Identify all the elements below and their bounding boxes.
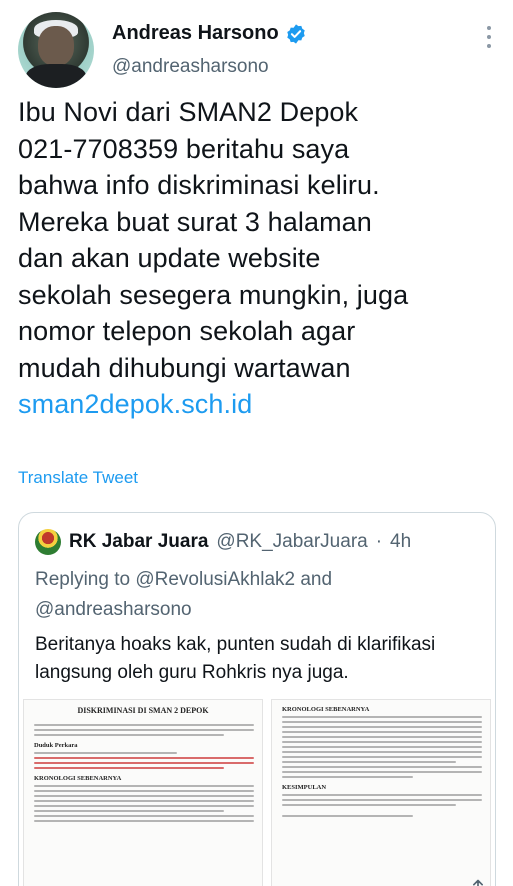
doc-line: [34, 752, 177, 754]
doc-title: DISKRIMINASI DI SMAN 2 DEPOK: [77, 706, 209, 715]
doc-line: [34, 729, 254, 731]
more-dot: [487, 35, 491, 39]
doc-line: [282, 815, 413, 817]
quoted-author-avatar: [35, 529, 61, 555]
doc-line: [282, 751, 482, 753]
doc-line: [34, 724, 254, 726]
avatar-face: [38, 26, 74, 66]
tweet-text-line: bahwa info diskriminasi keliru.: [18, 170, 380, 200]
replying-to-line: @andreasharsono: [35, 599, 192, 620]
quoted-tweet[interactable]: RK Jabar Juara @RK_JabarJuara · 4h Reply…: [18, 512, 496, 886]
share-icon[interactable]: [468, 878, 488, 886]
doc-line: [34, 805, 254, 807]
quoted-author-name: RK Jabar Juara: [69, 531, 209, 552]
quoted-separator: ·: [375, 531, 383, 552]
doc-line: [34, 820, 254, 822]
doc-line: [34, 767, 225, 769]
verified-badge-icon: [287, 23, 305, 44]
doc-line: [34, 762, 254, 764]
doc-heading: KESIMPULAN: [282, 784, 327, 791]
tweet-text-line: dan akan update website: [18, 243, 321, 273]
doc-gap: [24, 715, 262, 721]
document-image-right[interactable]: KRONOLOGI SEBENARNYA KESIMPULAN: [271, 699, 491, 886]
author-name[interactable]: Andreas Harsono: [112, 22, 279, 45]
doc-line: [34, 800, 254, 802]
doc-heading: KRONOLOGI SEBENARNYA: [282, 706, 370, 713]
quoted-author-handle: @RK_JabarJuara: [216, 531, 368, 552]
more-dot: [487, 44, 491, 48]
doc-line: [282, 799, 482, 801]
doc-line: [282, 736, 482, 738]
quoted-time: 4h: [390, 531, 412, 552]
tweet-header: Andreas Harsono @andreasharsono: [18, 12, 498, 92]
doc-line: [282, 766, 482, 768]
doc-line: [282, 761, 457, 763]
doc-line: [282, 746, 482, 748]
tweet-text-line: mudah dihubungi wartawan: [18, 352, 351, 383]
tweet-text-line: nomor telepon sekolah agar: [18, 316, 356, 346]
doc-line: [282, 771, 482, 773]
doc-line: [34, 795, 254, 797]
avatar-body: [26, 64, 86, 88]
quoted-tweet-header: RK Jabar Juara @RK_JabarJuara · 4h: [35, 529, 411, 555]
author-name-row: Andreas Harsono: [112, 22, 307, 45]
doc-line: [34, 785, 254, 787]
doc-line: [34, 757, 254, 759]
doc-line: [34, 790, 254, 792]
tweet-text-line: Mereka buat surat 3 halaman: [18, 206, 372, 237]
doc-line: [282, 726, 482, 728]
quoted-text-line: langsung oleh guru Rohkris nya juga.: [35, 662, 349, 683]
doc-line: [282, 756, 482, 758]
tweet-text-line: 021-7708359 beritahu saya: [18, 133, 350, 164]
tweet-link[interactable]: sman2depok.sch.id: [18, 386, 498, 423]
doc-line: [282, 776, 413, 778]
doc-line: [282, 721, 482, 723]
doc-line: [282, 716, 482, 718]
more-vertical-icon[interactable]: [486, 26, 492, 48]
doc-heading: Duduk Perkara: [34, 742, 78, 749]
doc-line: [282, 731, 482, 733]
replying-to-line: Replying to @RevolusiAkhlak2 and: [35, 569, 333, 590]
translate-tweet-link[interactable]: Translate Tweet: [18, 468, 138, 488]
tweet-text: Ibu Novi dari SMAN2 Depok 021-7708359 be…: [18, 94, 498, 423]
tweet-text-line: Ibu Novi dari SMAN2 Depok: [18, 97, 359, 127]
doc-line: [282, 794, 482, 796]
document-image-left[interactable]: DISKRIMINASI DI SMAN 2 DEPOK Duduk Perka…: [23, 699, 263, 886]
author-handle[interactable]: @andreasharsono: [112, 56, 269, 78]
author-avatar[interactable]: [18, 12, 94, 88]
doc-line: [282, 741, 482, 743]
more-dot: [487, 26, 491, 30]
replying-to: Replying to @RevolusiAkhlak2 and @andrea…: [35, 565, 475, 625]
doc-line: [34, 734, 225, 736]
doc-line: [34, 815, 254, 817]
doc-gap: [272, 806, 490, 812]
quoted-tweet-text: Beritanya hoaks kak, punten sudah di kla…: [35, 631, 485, 687]
doc-line: [34, 810, 225, 812]
quoted-text-line: Beritanya hoaks kak, punten sudah di kla…: [35, 634, 436, 655]
doc-heading: KRONOLOGI SEBENARNYA: [34, 775, 122, 782]
tweet-text-line: sekolah sesegera mungkin, juga: [18, 279, 409, 310]
